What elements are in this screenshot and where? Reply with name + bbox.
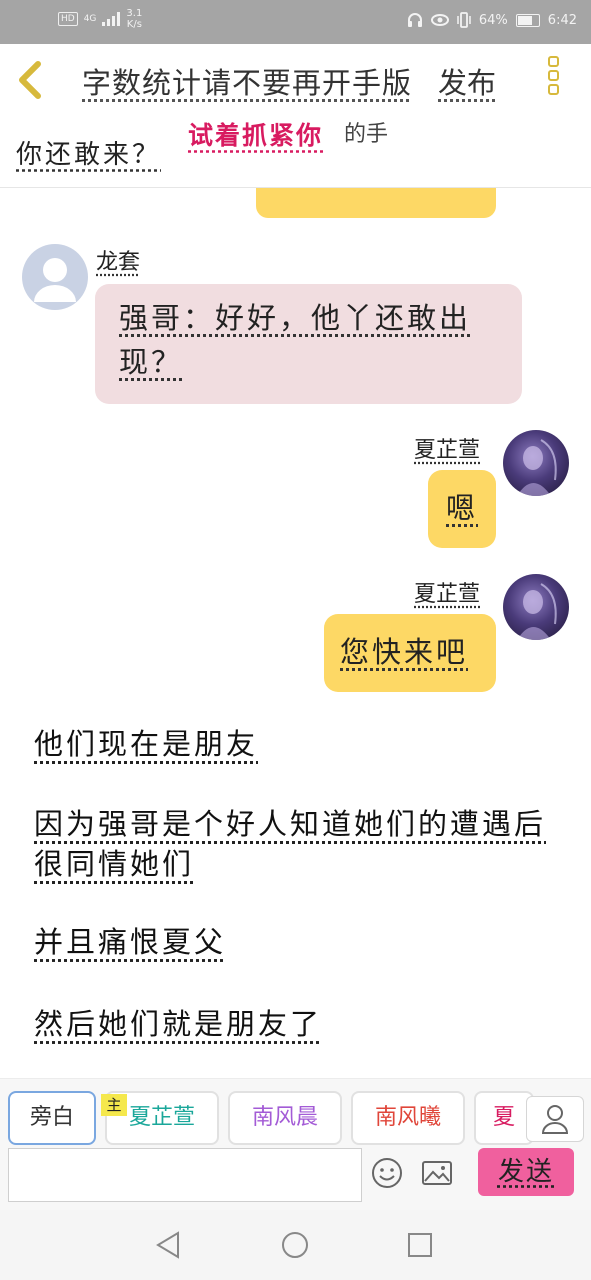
battery-icon — [515, 13, 540, 27]
pinned-text: 你还敢来？ — [16, 140, 162, 170]
network-label: 4G — [83, 14, 97, 24]
narration-line[interactable]: 因为强哥是个好人知道她们的遭遇后很同情她们 — [34, 804, 554, 884]
speaker-name: 夏芷萱 — [414, 582, 481, 607]
nav-recents-button[interactable] — [403, 1228, 437, 1262]
image-icon — [422, 1161, 452, 1185]
person-icon — [541, 1105, 569, 1134]
character-selector: 旁白 夏芷萱 南风晨 南风曦 夏 — [0, 1078, 591, 1149]
character-chip-narrator[interactable]: 旁白 — [8, 1091, 96, 1145]
character-chip-nanfengxi[interactable]: 南风曦 — [351, 1091, 465, 1145]
message-text: 强哥：好好，他丫还敢出现？ — [119, 301, 472, 379]
headphone-icon — [407, 13, 422, 27]
status-left: HD 4G 3.1 K/s — [58, 8, 142, 30]
system-nav-bar — [0, 1210, 591, 1280]
more-menu-button[interactable] — [548, 56, 566, 104]
character-chip-partial[interactable]: 夏 — [474, 1091, 534, 1145]
nav-back-icon — [156, 1231, 179, 1259]
menu-dot-icon — [548, 70, 559, 81]
clock: 6:42 — [547, 12, 577, 28]
message-bubble[interactable]: 嗯 — [428, 470, 496, 548]
pinned-message: 你还敢来？ 试着抓紧你 的手 — [0, 116, 591, 188]
input-row: 发送 — [0, 1148, 591, 1210]
avatar[interactable] — [503, 430, 569, 496]
battery-percent: 64% — [478, 12, 508, 28]
narration-line[interactable]: 他们现在是朋友 — [34, 724, 554, 764]
character-chip-nanfengchen[interactable]: 南风晨 — [228, 1091, 342, 1145]
message-text: 嗯 — [446, 491, 479, 525]
message-input[interactable] — [8, 1148, 362, 1202]
vibrate-icon — [457, 12, 471, 28]
menu-dot-icon — [548, 56, 559, 67]
main-character-badge: 主 — [101, 1094, 127, 1116]
overlay-caption-tail: 的手 — [344, 122, 389, 147]
status-right: 64% 6:42 — [407, 12, 577, 28]
menu-dot-icon — [548, 84, 559, 95]
speaker-name: 龙套 — [96, 250, 141, 275]
character-portrait-icon — [517, 439, 557, 496]
character-manager-button[interactable] — [526, 1096, 584, 1142]
nav-home-button[interactable] — [278, 1228, 312, 1262]
signal-icon — [102, 12, 121, 26]
back-button[interactable] — [12, 58, 52, 102]
smiley-icon — [372, 1158, 402, 1188]
message-bubble[interactable]: 强哥：好好，他丫还敢出现？ — [95, 284, 522, 404]
image-button[interactable] — [420, 1156, 454, 1190]
character-portrait-icon — [517, 583, 557, 640]
default-user-icon — [34, 258, 76, 302]
publish-button[interactable]: 发布 — [438, 60, 496, 102]
send-button[interactable]: 发送 — [478, 1148, 574, 1196]
narration-line[interactable]: 然后她们就是朋友了 — [34, 1004, 554, 1044]
nav-recents-icon — [408, 1233, 432, 1257]
narration-line[interactable]: 并且痛恨夏父 — [34, 922, 554, 962]
page-title: 字数统计请不要再开手版 — [82, 66, 413, 100]
nav-back-button[interactable] — [152, 1228, 186, 1262]
top-bar: 字数统计请不要再开手版 发布 — [0, 44, 591, 116]
status-bar: HD 4G 3.1 K/s 64% 6:42 — [0, 0, 591, 44]
avatar[interactable] — [22, 244, 88, 310]
partial-bubble — [256, 188, 496, 218]
speaker-name: 夏芷萱 — [414, 438, 481, 463]
hd-badge: HD — [58, 12, 78, 26]
overlay-caption: 试着抓紧你 — [188, 121, 324, 150]
emoji-button[interactable] — [370, 1156, 404, 1190]
nav-home-icon — [282, 1232, 308, 1258]
avatar[interactable] — [503, 574, 569, 640]
net-speed: 3.1 K/s — [126, 8, 143, 30]
back-chevron-icon — [19, 61, 41, 99]
message-text: 您快来吧 — [340, 635, 469, 669]
eye-icon — [430, 14, 449, 26]
message-bubble[interactable]: 您快来吧 — [324, 614, 496, 692]
